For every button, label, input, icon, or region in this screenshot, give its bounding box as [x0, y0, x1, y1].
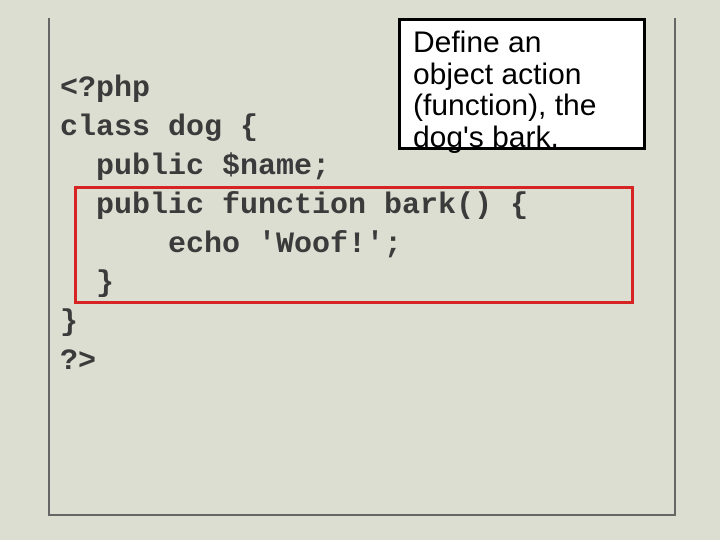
code-line-4: public function bark() {: [60, 187, 660, 226]
callout-line-4: dog's bark.: [413, 122, 633, 154]
code-line-7: }: [60, 304, 660, 343]
callout-line-3: (function), the: [413, 90, 633, 122]
annotation-callout: Define an object action (function), the …: [398, 18, 646, 150]
code-line-3: public $name;: [60, 148, 660, 187]
code-line-6: }: [60, 265, 660, 304]
code-line-8: ?>: [60, 343, 660, 382]
callout-line-2: object action: [413, 59, 633, 91]
code-line-5: echo 'Woof!';: [60, 226, 660, 265]
callout-line-1: Define an: [413, 27, 633, 59]
